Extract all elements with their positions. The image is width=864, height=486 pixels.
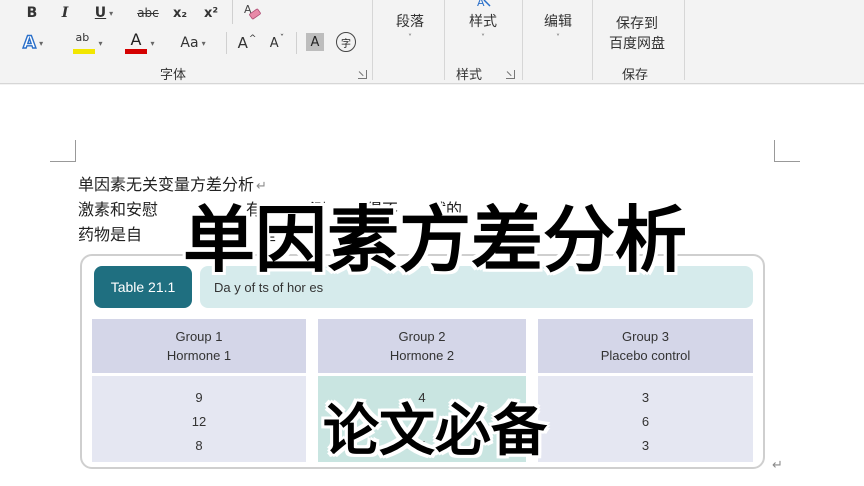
chevron-down-icon: ˅ xyxy=(481,33,485,42)
enclose-character-button[interactable]: 字 xyxy=(334,31,358,53)
eraser-icon: A xyxy=(244,3,261,20)
subscript-button[interactable]: x₂ xyxy=(169,2,191,24)
superscript-label: x² xyxy=(203,5,219,21)
overlay-subtitle: 论文必备 xyxy=(323,399,547,464)
highlight-label: ab xyxy=(75,31,90,44)
subscript-label: x₂ xyxy=(172,5,188,21)
strikethrough-label: abc xyxy=(137,6,159,20)
group-separator xyxy=(372,0,373,80)
character-shading-button[interactable]: A xyxy=(304,31,326,53)
paragraph-button[interactable]: 段落 ˅ xyxy=(388,12,432,44)
chevron-down-icon: ▾ xyxy=(98,38,103,48)
chevron-down-icon: ˅ xyxy=(556,33,560,42)
paragraph-label: 段落 xyxy=(396,14,424,30)
italic-label: I xyxy=(61,5,69,21)
change-case-label: Aa xyxy=(180,35,199,51)
font-dialog-launcher-icon[interactable] xyxy=(358,70,367,79)
group-separator xyxy=(522,0,523,80)
chevron-down-icon: ▾ xyxy=(201,38,206,48)
shrink-font-label: A xyxy=(269,35,279,51)
bold-button[interactable]: B xyxy=(22,2,42,24)
editing-button[interactable]: 编辑 ˅ xyxy=(536,12,580,44)
divider xyxy=(226,32,227,54)
save-to-baidu-button[interactable]: 保存到 百度网盘 xyxy=(600,14,674,54)
character-shading-label: A xyxy=(306,33,324,51)
superscript-button[interactable]: x² xyxy=(200,2,222,24)
shrink-font-button[interactable]: Aˇ xyxy=(266,30,288,56)
editing-label: 编辑 xyxy=(544,14,572,30)
header-line: Placebo control xyxy=(600,348,691,363)
header-line: Group 2 xyxy=(398,329,446,344)
divider xyxy=(232,0,233,24)
enclose-character-label: 字 xyxy=(336,32,356,52)
font-group-label: 字体 xyxy=(160,68,187,83)
caret-up-icon: ^ xyxy=(248,34,257,44)
save-button-line1: 保存到 xyxy=(616,16,658,32)
table-header-cell: Group 2 Hormone 2 xyxy=(318,319,526,373)
font-color-label: A xyxy=(130,30,142,49)
grow-font-button[interactable]: A ^ xyxy=(236,30,258,56)
doc-paragraph-3[interactable]: 药物是自 里 xyxy=(78,221,276,245)
highlight-button[interactable]: ab ▾ xyxy=(68,30,108,56)
styles-button[interactable]: A 样式 ˅ xyxy=(458,0,508,44)
grow-font-label: A xyxy=(237,34,248,52)
strikethrough-button[interactable]: abc xyxy=(134,2,162,24)
header-line: Hormone 1 xyxy=(166,348,232,363)
italic-button[interactable]: I xyxy=(56,2,74,24)
font-color-bar xyxy=(125,49,148,54)
divider xyxy=(296,32,297,54)
table-header-cell: Group 3 Placebo control xyxy=(538,319,753,373)
clear-formatting-button[interactable]: A xyxy=(240,0,264,24)
styles-group-label: 样式 xyxy=(456,68,483,83)
header-line: Group 1 xyxy=(175,329,223,344)
underline-label: U xyxy=(94,5,107,21)
chevron-down-icon: ▾ xyxy=(150,38,155,48)
highlight-color-bar xyxy=(73,49,96,54)
chevron-down-icon: ▾ xyxy=(39,38,44,48)
save-group-label: 保存 xyxy=(622,68,649,83)
underline-button[interactable]: U ▾ xyxy=(86,2,122,24)
change-case-button[interactable]: Aa ▾ xyxy=(172,30,214,56)
save-button-line2: 百度网盘 xyxy=(609,36,665,52)
table-header-cell: Group 1 Hormone 1 xyxy=(92,319,306,373)
group-separator xyxy=(444,0,445,80)
chevron-down-icon: ˅ xyxy=(408,33,412,42)
bold-label: B xyxy=(26,5,38,21)
chevron-down-icon: ▾ xyxy=(109,8,114,18)
styles-gallery-icon: A xyxy=(477,0,491,9)
caret-down-icon: ˇ xyxy=(279,34,285,44)
styles-dialog-launcher-icon[interactable] xyxy=(506,70,515,79)
text-effects-button[interactable]: A ▾ xyxy=(20,30,46,56)
margin-mark-top-right xyxy=(774,140,800,162)
text-effects-label: A xyxy=(22,32,37,53)
paragraph-mark-icon: ↵ xyxy=(772,458,783,473)
header-line: Hormone 2 xyxy=(389,348,455,363)
group-separator xyxy=(592,0,593,80)
styles-button-label: 样式 xyxy=(469,14,497,30)
margin-mark-top-left xyxy=(50,140,76,162)
font-color-button[interactable]: A ▾ xyxy=(120,30,160,56)
ribbon: B I U ▾ abc x₂ x² A A ▾ ab ▾ A ▾ Aa ▾ A … xyxy=(0,0,864,84)
header-line: Group 3 xyxy=(622,329,669,344)
group-separator xyxy=(684,0,685,80)
overlay-title: 单因素方差分析 xyxy=(182,198,687,282)
doc-paragraph-3-text: 药物是自 xyxy=(78,225,143,244)
word-window: B I U ▾ abc x₂ x² A A ▾ ab ▾ A ▾ Aa ▾ A … xyxy=(0,0,864,486)
svg-text:A: A xyxy=(477,0,485,9)
